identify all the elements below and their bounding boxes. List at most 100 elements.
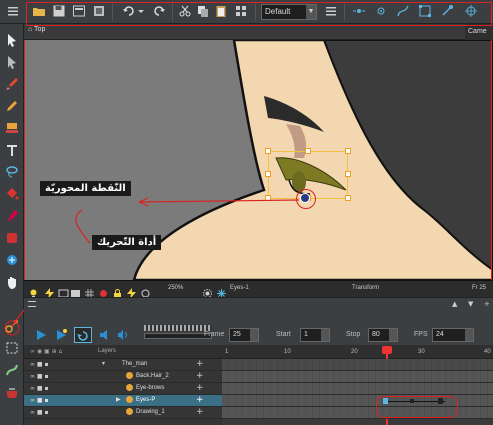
frame-spinner[interactable] — [250, 329, 258, 341]
bounding-select-icon[interactable] — [4, 340, 20, 356]
camera-view-statusbar: 250% Eyes-1 Transform Fr 25 — [24, 280, 493, 299]
layer-toggles[interactable]: ∞ ■ ▪ — [30, 373, 49, 380]
breadcrumb[interactable]: ⌂ Top — [28, 26, 45, 33]
ink-tool-icon[interactable] — [4, 252, 20, 268]
add-keyframe-icon[interactable]: + — [196, 359, 204, 369]
layer-name: Back.Hair_2 — [136, 373, 169, 379]
drawing-layer-icon — [126, 372, 133, 379]
transform-tool-icon[interactable] — [4, 318, 20, 334]
track-row[interactable] — [222, 383, 493, 395]
text-tool-icon[interactable] — [4, 142, 20, 158]
layer-name: The_man — [122, 361, 148, 367]
track-row[interactable] — [222, 371, 493, 383]
tab-camera-label: Came — [468, 28, 487, 35]
layer-name: Eyes-P — [136, 397, 156, 403]
pot-tool-icon[interactable] — [4, 384, 20, 400]
layer-row-selected[interactable]: ∞ ■ ▪ ▶ Eyes-P + — [24, 395, 222, 407]
stop-spinner[interactable] — [389, 329, 397, 341]
layer-toggles[interactable]: ∞ ■ ▪ — [30, 397, 49, 404]
snowflake-icon[interactable] — [216, 284, 227, 298]
play-selection-icon[interactable] — [54, 327, 68, 343]
playhead-handle[interactable] — [382, 346, 392, 354]
stop-field[interactable]: 80 — [368, 328, 398, 342]
stop-value: 80 — [372, 331, 380, 338]
stamp-tool-icon[interactable] — [4, 120, 20, 136]
grid-toggle-icon[interactable] — [84, 284, 95, 298]
gear-icon[interactable] — [202, 284, 213, 298]
frame-ruler[interactable]: 1 10 20 30 40 — [222, 345, 493, 359]
app-window: Default ▼ ⌂ Top Came النّقطة المحوريّة أ… — [0, 0, 493, 425]
ruler-tick-label: 20 — [351, 349, 358, 355]
add-keyframe-icon[interactable]: + — [196, 395, 204, 405]
timeline-tracks[interactable]: 1 10 20 30 40 — [222, 345, 493, 425]
current-layer-label: Eyes-1 — [230, 285, 249, 291]
frame-value: 25 — [233, 331, 241, 338]
layer-row[interactable]: ∞ ■ ▪ ▾ The_man + — [24, 359, 222, 371]
paint-tool-icon[interactable] — [4, 230, 20, 246]
start-label: Start — [276, 331, 291, 338]
loop-icon[interactable] — [74, 327, 92, 343]
pencil-tool-icon[interactable] — [4, 98, 20, 114]
fps-field[interactable]: 24 — [432, 328, 474, 342]
expand-down-icon[interactable]: ▼ — [468, 300, 477, 308]
animate-icon[interactable] — [44, 284, 55, 299]
layer-name: Eye-brows — [136, 385, 165, 391]
playback-range[interactable] — [144, 333, 212, 339]
camera-view-header: ⌂ Top Came — [24, 24, 493, 40]
sound-icon[interactable] — [98, 327, 112, 343]
reset-rotation-icon[interactable] — [140, 284, 151, 298]
tab-camera[interactable]: Came — [465, 24, 493, 40]
timeline-menu-icon[interactable] — [28, 301, 36, 307]
add-panel-icon[interactable]: + — [484, 300, 493, 308]
frame-field[interactable]: 25 — [229, 328, 259, 342]
frame-label: Frame — [204, 331, 225, 338]
keyframe-highlight-frame — [376, 396, 458, 418]
add-keyframe-icon[interactable]: + — [196, 383, 204, 393]
smooth-tool-icon[interactable] — [4, 362, 20, 378]
sound-scrubbing-icon[interactable] — [116, 327, 130, 343]
column-icons-label: ∞ ◉ ▣ ⊕ ⌂ — [30, 348, 63, 355]
onion-toggle-icon[interactable] — [98, 284, 109, 297]
lock-icon[interactable] — [112, 284, 123, 298]
collapse-up-icon[interactable]: ▲ — [452, 300, 461, 308]
layer-row[interactable]: ∞ ■ ▪ Eye-brows + — [24, 383, 222, 395]
collapse-chevron-icon[interactable]: ▾ — [102, 360, 105, 367]
quick-animate-icon[interactable] — [126, 284, 137, 299]
toolbar-highlight-frame — [26, 2, 492, 26]
track-row[interactable] — [222, 359, 493, 371]
add-keyframe-icon[interactable]: + — [196, 371, 204, 381]
hand-tool-icon[interactable] — [4, 274, 20, 290]
layer-row[interactable]: ∞ ■ ▪ Drawing_1 + — [24, 407, 222, 419]
mask-icon[interactable] — [70, 284, 81, 297]
zoom-level[interactable]: 250% — [168, 285, 183, 291]
start-spinner[interactable] — [321, 329, 329, 341]
lasso-tool-icon[interactable] — [4, 164, 20, 180]
app-menu-icon[interactable] — [6, 4, 20, 18]
layer-row[interactable]: ∞ ■ ▪ Back.Hair_2 + — [24, 371, 222, 383]
contour-editor-icon[interactable] — [4, 54, 20, 70]
layers-header-label: Layers — [98, 348, 117, 354]
ruler-tick-label: 10 — [284, 349, 291, 355]
add-keyframe-icon[interactable]: + — [196, 407, 204, 417]
fps-spinner[interactable] — [465, 329, 473, 341]
safe-area-icon[interactable] — [58, 284, 69, 298]
drawing-layer-icon — [126, 408, 133, 415]
tools-toolbar — [0, 24, 24, 425]
start-field[interactable]: 1 — [300, 328, 330, 342]
current-frame-label: Fr 25 — [472, 285, 487, 291]
select-tool-icon[interactable] — [4, 32, 20, 48]
layer-toggles[interactable]: ∞ ■ ▪ — [30, 385, 49, 392]
layer-toggles[interactable]: ∞ ■ ▪ — [30, 361, 49, 368]
layer-toggles[interactable]: ∞ ■ ▪ — [30, 409, 49, 416]
current-tool-label: Transform — [352, 285, 380, 291]
light-table-icon[interactable] — [28, 284, 39, 298]
timeline-header: ▲ ▼ + — [24, 297, 493, 309]
expand-chevron-icon[interactable]: ▶ — [116, 396, 121, 403]
view-highlight-frame — [24, 40, 492, 298]
playback-speed-slider[interactable] — [144, 325, 212, 331]
paint-bucket-icon[interactable] — [4, 186, 20, 202]
dropper-tool-icon[interactable] — [4, 208, 20, 224]
brush-tool-icon[interactable] — [4, 76, 20, 92]
play-icon[interactable] — [34, 327, 48, 343]
breadcrumb-label: Top — [34, 26, 46, 33]
